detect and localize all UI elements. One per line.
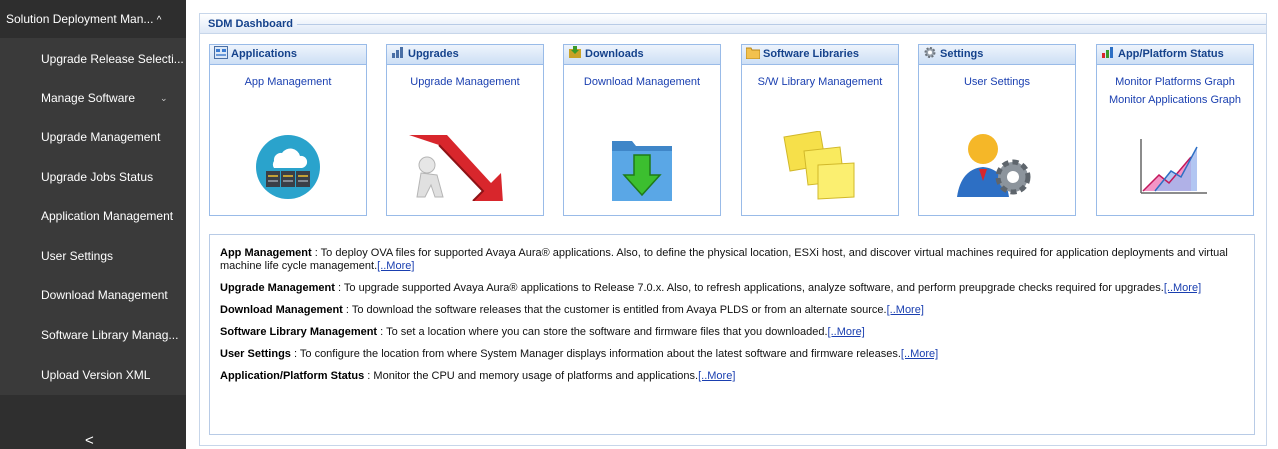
sidebar-header[interactable]: Solution Deployment Man... ^ xyxy=(0,0,186,38)
more-link[interactable]: [..More] xyxy=(1164,282,1201,294)
download-folder-icon xyxy=(612,141,672,201)
panel-title: Downloads xyxy=(585,48,644,60)
sidebar-item-label: Upgrade Management xyxy=(41,130,161,144)
panel-header: Software Libraries xyxy=(742,45,898,65)
descriptions-panel: App Management : To deploy OVA files for… xyxy=(209,234,1255,435)
panel-header: Downloads xyxy=(564,45,720,65)
downloads-panel: Downloads Download Management xyxy=(563,44,721,216)
monitor-platforms-graph-link[interactable]: Monitor Platforms Graph xyxy=(1097,76,1253,88)
sidebar-item-label: Upgrade Jobs Status xyxy=(41,170,154,184)
description-title: Upgrade Management xyxy=(220,282,335,294)
panel-header: Applications xyxy=(210,45,366,65)
more-link[interactable]: [..More] xyxy=(901,348,938,360)
chevron-left-icon[interactable]: < xyxy=(85,432,94,449)
software-libraries-panel: Software Libraries S/W Library Managemen… xyxy=(741,44,899,216)
description-title: App Management xyxy=(220,247,312,259)
more-link[interactable]: [..More] xyxy=(377,260,414,272)
sidebar-item-label: Application Management xyxy=(41,209,174,223)
description-text: : To set a location where you can store … xyxy=(377,326,828,338)
panel-header: App/Platform Status xyxy=(1097,45,1253,65)
more-link[interactable]: [..More] xyxy=(887,304,924,316)
panel-title: Upgrades xyxy=(408,48,459,60)
sidebar: Solution Deployment Man... ^ Upgrade Rel… xyxy=(0,0,186,449)
sidebar-item-manage-software[interactable]: Manage Software ⌄ xyxy=(0,79,186,117)
sidebar-item-label: Upload Version XML xyxy=(41,368,151,382)
sidebar-item-download-management[interactable]: Download Management xyxy=(0,276,186,314)
user-settings-link[interactable]: User Settings xyxy=(919,76,1075,88)
sidebar-title: Solution Deployment Man... xyxy=(6,12,154,26)
upgrades-icon xyxy=(392,47,403,58)
sidebar-item-application-management[interactable]: Application Management xyxy=(0,197,186,235)
monitor-applications-graph-link[interactable]: Monitor Applications Graph xyxy=(1097,94,1253,106)
settings-panel: Settings User Settings xyxy=(918,44,1076,216)
sticky-notes-icon xyxy=(783,131,855,200)
status-icon xyxy=(1102,47,1113,58)
sidebar-item-label: Manage Software xyxy=(41,91,136,105)
applications-panel: Applications App Management xyxy=(209,44,367,216)
sidebar-item-upgrade-release-selection[interactable]: Upgrade Release Selecti... xyxy=(0,40,186,78)
sw-library-management-link[interactable]: S/W Library Management xyxy=(742,76,898,88)
description-title: User Settings xyxy=(220,348,291,360)
description-title: Application/Platform Status xyxy=(220,370,365,382)
description-title: Download Management xyxy=(220,304,343,316)
folder-icon xyxy=(746,47,760,59)
description-upgrade-management: Upgrade Management : To upgrade supporte… xyxy=(220,282,1244,295)
more-link[interactable]: [..More] xyxy=(828,326,865,338)
panel-title: Settings xyxy=(940,48,984,60)
panel-header: Upgrades xyxy=(387,45,543,65)
upgrades-panel: Upgrades Upgrade Management xyxy=(386,44,544,216)
description-text: : To upgrade supported Avaya Aura® appli… xyxy=(334,282,1164,294)
description-text: : To configure the location from where S… xyxy=(290,348,901,360)
sidebar-item-user-settings[interactable]: User Settings xyxy=(0,237,186,275)
description-text: : To download the software releases that… xyxy=(342,304,887,316)
graph-icon xyxy=(1140,139,1207,194)
description-download-management: Download Management : To download the so… xyxy=(220,304,1244,317)
sidebar-item-label: Software Library Manag... xyxy=(41,328,179,342)
description-title: Software Library Management xyxy=(220,326,378,338)
panel-title: Software Libraries xyxy=(763,48,859,60)
download-management-link[interactable]: Download Management xyxy=(564,76,720,88)
description-text: : To deploy OVA files for supported Avay… xyxy=(220,247,1228,272)
sidebar-item-upgrade-management[interactable]: Upgrade Management xyxy=(0,118,186,156)
upgrade-arrow-person-icon xyxy=(409,135,503,201)
applications-icon xyxy=(214,46,228,59)
app-platform-status-panel: App/Platform Status Monitor Platforms Gr… xyxy=(1096,44,1254,216)
header-divider xyxy=(297,24,1266,25)
user-settings-icon xyxy=(957,134,1031,197)
upgrade-management-link[interactable]: Upgrade Management xyxy=(387,76,543,88)
description-user-settings: User Settings : To configure the locatio… xyxy=(220,348,1244,361)
sidebar-item-label: Download Management xyxy=(41,288,168,302)
sidebar-item-label: User Settings xyxy=(41,249,114,263)
sidebar-item-label: Upgrade Release Selecti... xyxy=(41,52,184,66)
sidebar-item-upload-version-xml[interactable]: Upload Version XML xyxy=(0,356,186,394)
description-software-library-management: Software Library Management : To set a l… xyxy=(220,326,1244,339)
description-app-management: App Management : To deploy OVA files for… xyxy=(220,247,1244,273)
downloads-icon xyxy=(569,46,581,58)
dashboard-header: SDM Dashboard xyxy=(200,14,1266,34)
app-management-link[interactable]: App Management xyxy=(210,76,366,88)
cloud-server-icon xyxy=(256,135,320,199)
panel-title: Applications xyxy=(231,48,298,60)
gear-icon xyxy=(924,47,936,58)
chevron-down-icon: ⌄ xyxy=(160,93,168,103)
panel-title: App/Platform Status xyxy=(1118,48,1224,60)
sidebar-item-upgrade-jobs-status[interactable]: Upgrade Jobs Status xyxy=(0,158,186,196)
chevron-up-icon: ^ xyxy=(156,15,162,26)
description-application-platform-status: Application/Platform Status : Monitor th… xyxy=(220,370,1244,383)
dashboard-title: SDM Dashboard xyxy=(208,18,293,30)
sidebar-item-software-library-management[interactable]: Software Library Manag... xyxy=(0,316,186,354)
more-link[interactable]: [..More] xyxy=(698,370,735,382)
panel-header: Settings xyxy=(919,45,1075,65)
description-text: : Monitor the CPU and memory usage of pl… xyxy=(364,370,699,382)
